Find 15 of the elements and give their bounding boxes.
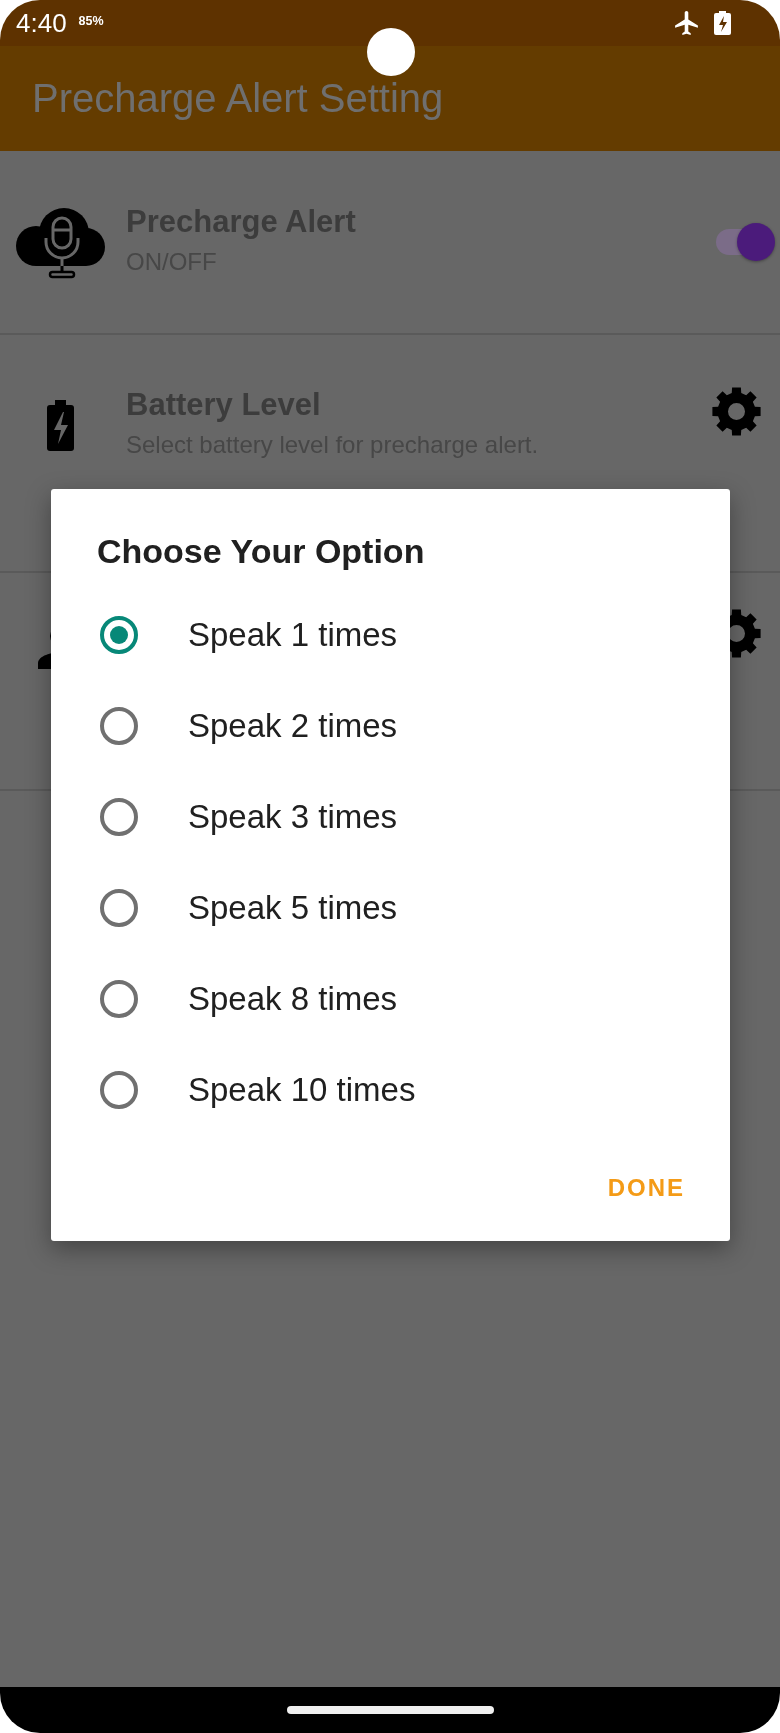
radio-option[interactable]: Speak 5 times xyxy=(100,886,398,929)
status-time: 4:40 xyxy=(16,8,67,38)
battery-charging-icon xyxy=(714,11,731,35)
radio-option[interactable]: Speak 8 times xyxy=(100,977,398,1020)
radio-option[interactable]: Speak 1 times xyxy=(100,613,398,656)
radio-option[interactable]: Speak 10 times xyxy=(100,1068,416,1111)
airplane-mode-icon xyxy=(675,11,698,35)
radio-option[interactable]: Speak 3 times xyxy=(100,795,398,838)
radio-option[interactable]: Speak 2 times xyxy=(100,704,398,747)
battery-percent: 85% xyxy=(78,14,104,28)
toggle-switch[interactable] xyxy=(716,222,776,262)
app-title: Precharge Alert Setting xyxy=(32,76,444,121)
cloud-microphone-icon xyxy=(14,205,106,279)
battery-charging-icon xyxy=(46,399,74,451)
dialog-title: Choose Your Option xyxy=(97,531,425,571)
